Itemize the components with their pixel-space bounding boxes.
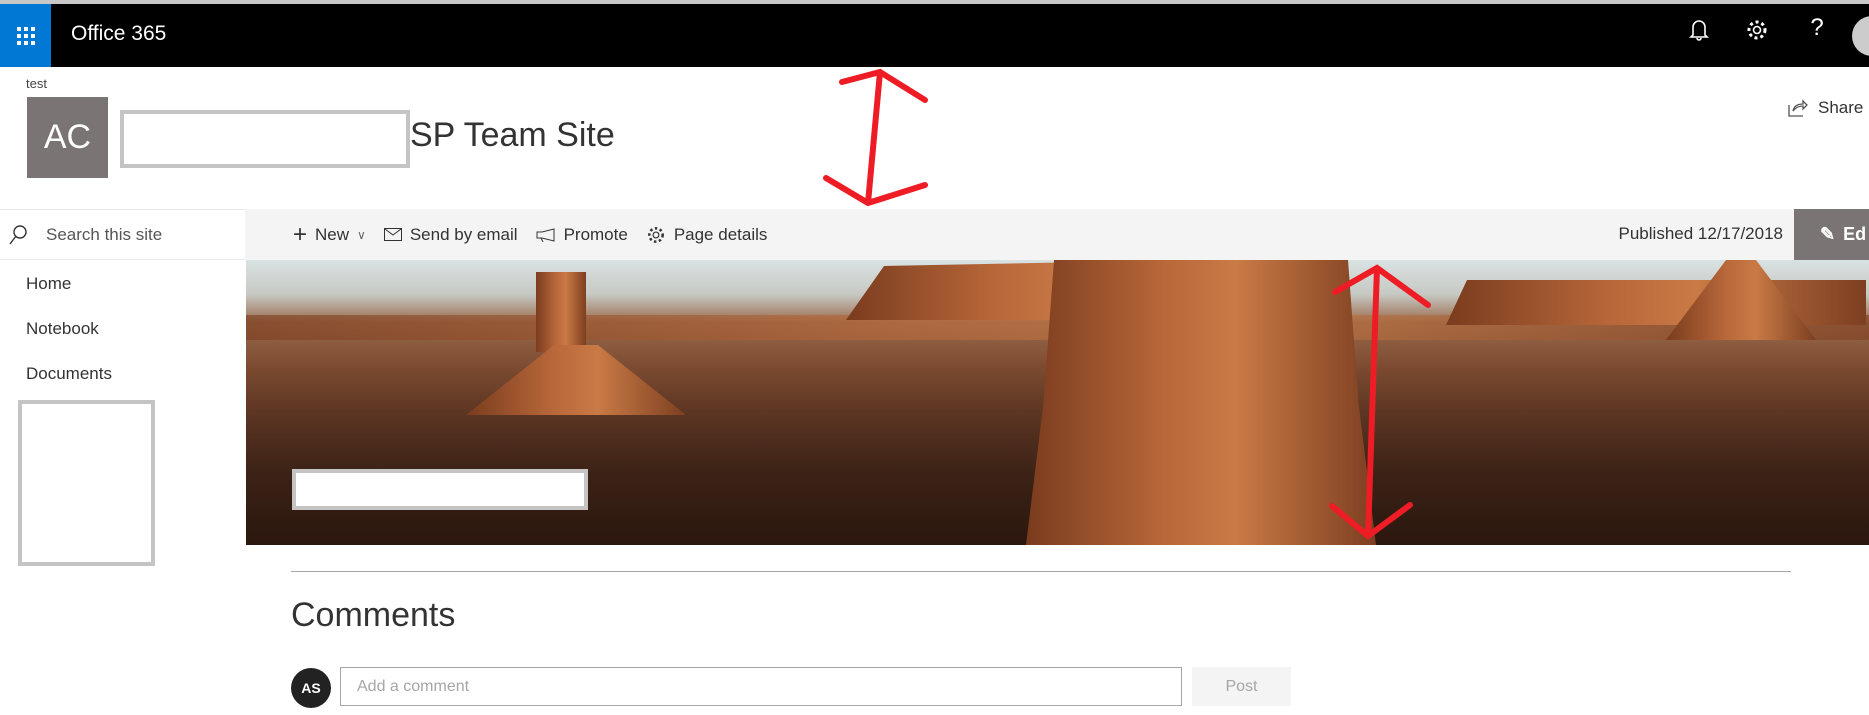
mail-icon <box>383 228 402 241</box>
avatar[interactable] <box>1852 16 1869 56</box>
send-email-label: Send by email <box>409 224 518 244</box>
search-box[interactable]: Search this site <box>0 209 245 260</box>
promote-button[interactable]: Promote <box>536 225 628 245</box>
hero-image <box>246 260 1869 545</box>
pencil-icon: ✎ <box>1820 224 1836 244</box>
published-status: Published 12/17/2018 <box>1618 224 1783 243</box>
breadcrumb[interactable]: test <box>26 76 47 91</box>
gear-icon <box>647 226 664 243</box>
chevron-down-icon: ∨ <box>357 227 366 242</box>
command-bar: + New ∨ Send by email Promote Page details… <box>245 209 1869 260</box>
edit-button[interactable]: ✎ Ed <box>1794 209 1869 260</box>
search-icon <box>9 224 27 244</box>
suite-bar: Office 365 ? <box>0 4 1869 67</box>
new-button[interactable]: + New ∨ <box>293 221 366 249</box>
nav-item-notebook[interactable]: Notebook <box>26 319 99 339</box>
nav-item-home[interactable]: Home <box>26 274 71 294</box>
waffle-icon[interactable] <box>0 4 51 67</box>
site-title[interactable]: SP Team Site <box>410 116 615 155</box>
comments-heading: Comments <box>291 596 456 634</box>
avatar: AS <box>291 668 331 708</box>
edit-label: Ed <box>1843 224 1867 244</box>
gear-icon[interactable] <box>1740 18 1774 49</box>
share-button[interactable]: Share <box>1788 98 1863 118</box>
page-details-label: Page details <box>673 224 768 244</box>
annotation-arrow <box>823 68 928 207</box>
help-icon[interactable]: ? <box>1800 14 1834 42</box>
search-input[interactable]: Search this site <box>46 225 162 245</box>
new-label: New <box>315 224 350 244</box>
bell-icon[interactable] <box>1682 18 1716 49</box>
divider <box>291 571 1791 572</box>
comment-input[interactable] <box>340 667 1182 706</box>
send-by-email-button[interactable]: Send by email <box>383 224 518 245</box>
share-icon <box>1788 99 1808 117</box>
site-logo[interactable]: AC <box>27 97 108 178</box>
promote-label: Promote <box>563 224 628 244</box>
redacted-box <box>120 110 410 168</box>
share-label: Share <box>1818 98 1864 117</box>
page-details-button[interactable]: Page details <box>646 224 768 245</box>
redacted-box <box>18 400 155 566</box>
megaphone-icon <box>536 227 555 242</box>
post-button[interactable]: Post <box>1192 667 1291 706</box>
redacted-box <box>292 469 588 510</box>
app-title[interactable]: Office 365 <box>71 22 166 46</box>
plus-icon: + <box>293 220 308 248</box>
nav-item-documents[interactable]: Documents <box>26 364 112 384</box>
